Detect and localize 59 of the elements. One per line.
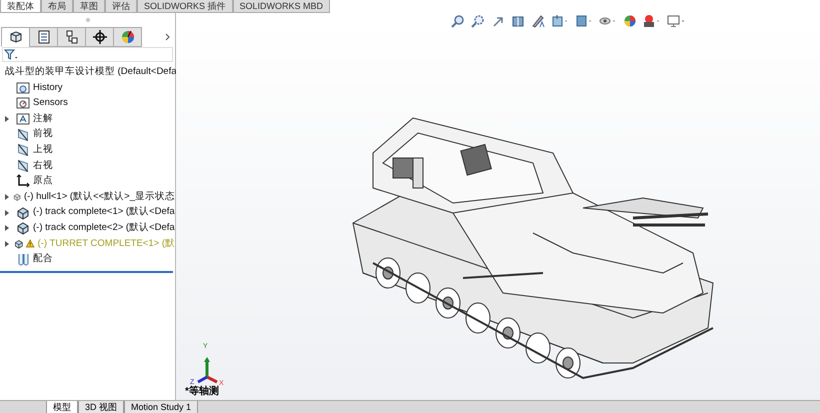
scene-icon[interactable] [643, 14, 661, 28]
expand-arrow-icon[interactable] [5, 116, 9, 122]
tree-item[interactable]: History [33, 80, 63, 95]
tree-item[interactable]: 上视 [33, 143, 53, 158]
property-tab[interactable] [29, 27, 58, 47]
list-icon [36, 30, 50, 44]
command-tab[interactable]: SOLIDWORKS 插件 [137, 0, 233, 13]
command-tab[interactable]: 评估 [105, 0, 137, 13]
expand-arrow-icon[interactable] [5, 225, 9, 232]
tree-item[interactable]: 前视 [33, 127, 53, 142]
appearance-icon[interactable] [623, 14, 637, 28]
view-orientation-icon[interactable] [551, 14, 569, 28]
assembly-icon [16, 221, 30, 236]
zoom-area-icon[interactable] [471, 14, 485, 28]
tree-item[interactable]: (-) track complete<1> (默认<Defa [33, 205, 175, 220]
tree-item[interactable]: (-) track complete<2> (默认<Defa [33, 221, 175, 236]
crosshair-icon [92, 30, 106, 44]
expand-arrow-icon[interactable] [5, 194, 9, 200]
tree-item[interactable]: 注解 [33, 112, 53, 126]
hierarchy-icon [64, 30, 78, 44]
origin-icon [16, 174, 30, 188]
expand-arrow-icon[interactable] [5, 240, 9, 247]
assembly-icon [16, 206, 30, 220]
bottom-tab[interactable]: Motion Study 1 [124, 401, 198, 413]
history-icon [16, 80, 30, 95]
plane-icon [16, 128, 30, 142]
monitor-icon[interactable] [667, 14, 685, 28]
command-tab[interactable]: 布局 [41, 0, 73, 13]
section-view-icon[interactable] [511, 14, 525, 28]
display-style-icon[interactable] [575, 14, 593, 28]
tree-item[interactable]: Sensors [33, 96, 68, 111]
display-tab[interactable] [113, 27, 142, 47]
tree-item[interactable]: 原点 [33, 174, 53, 188]
chevron-right-icon[interactable] [165, 33, 170, 41]
tree-item[interactable]: 战斗型的装甲车设计模型 (Default<Defa [5, 64, 177, 80]
tree-item[interactable]: 配合 [33, 252, 53, 266]
dynamic-annotation-icon[interactable] [531, 14, 545, 28]
paperclip-icon [16, 252, 30, 266]
feature-tree-tab[interactable] [1, 27, 30, 47]
cube-icon [8, 30, 22, 44]
crosshair-tab[interactable] [85, 27, 114, 47]
view-orientation-label: *等轴测 [185, 386, 219, 398]
bottom-tab[interactable]: 3D 视图 [78, 401, 124, 413]
zoom-to-fit-icon[interactable] [451, 14, 465, 28]
command-tab[interactable]: SOLIDWORKS MBD [232, 0, 330, 13]
plane-icon [16, 158, 30, 173]
grip-icon[interactable] [86, 18, 90, 22]
tree-item[interactable]: 右视 [33, 158, 53, 173]
command-tab[interactable]: 草图 [73, 0, 105, 13]
plane-icon [16, 143, 30, 158]
bottom-tab[interactable]: 模型 [46, 401, 78, 413]
sensor-icon [16, 96, 30, 110]
command-tab[interactable]: 装配体 [0, 0, 41, 13]
pie-chart-icon [120, 30, 134, 44]
tree-item[interactable]: (-) hull<1> (默认<<默认>_显示状态 [24, 190, 175, 204]
annotation-icon [16, 112, 30, 126]
configuration-tab[interactable] [57, 27, 86, 47]
expand-arrow-icon[interactable] [5, 210, 9, 216]
filter-icon[interactable] [4, 49, 18, 60]
